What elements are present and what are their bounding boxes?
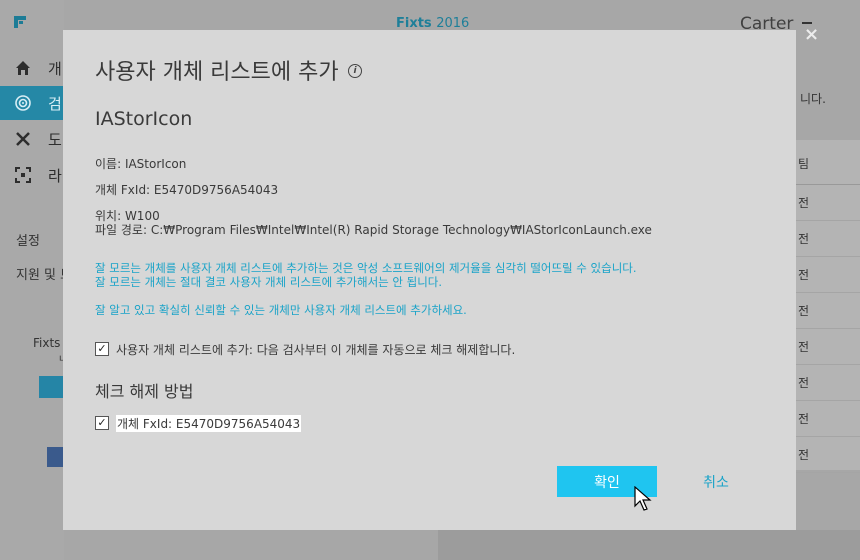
dialog-title: 사용자 개체 리스트에 추가 xyxy=(95,60,339,85)
warning-text-2: 잘 모르는 개체는 절대 결코 사용자 개체 리스트에 추가해서는 안 됩니다. xyxy=(95,275,443,289)
name-field: 이름: IAStorIcon xyxy=(95,157,187,171)
fxid-checkbox[interactable]: ✓ xyxy=(95,416,109,430)
info-icon[interactable]: i xyxy=(348,64,362,78)
uncheck-method-heading: 체크 해제 방법 xyxy=(95,382,194,401)
modal-overlay: 사용자 개체 리스트에 추가 i IAStorIcon 이름: IAStorIc… xyxy=(0,0,860,560)
add-to-list-checkbox[interactable]: ✓ xyxy=(95,342,109,356)
cancel-button[interactable]: 취소 xyxy=(687,466,745,497)
warning-text-3: 잘 알고 있고 확실히 신뢰할 수 있는 개체만 사용자 개체 리스트에 추가하… xyxy=(95,303,467,317)
fxid-field: 개체 FxId: E5470D9756A54043 xyxy=(95,183,279,197)
file-path-field: 파일 경로: C:₩Program Files₩Intel₩Intel(R) R… xyxy=(95,223,652,237)
fxid-checkbox-label: 개체 FxId: E5470D9756A54043 xyxy=(116,415,302,432)
object-name-heading: IAStorIcon xyxy=(95,108,193,130)
close-icon[interactable]: × xyxy=(804,24,819,45)
mouse-cursor-icon xyxy=(634,486,652,511)
add-user-object-dialog: 사용자 개체 리스트에 추가 i IAStorIcon 이름: IAStorIc… xyxy=(63,30,796,530)
add-to-list-label: 사용자 개체 리스트에 추가: 다음 검사부터 이 개체를 자동으로 체크 해제… xyxy=(116,343,516,357)
